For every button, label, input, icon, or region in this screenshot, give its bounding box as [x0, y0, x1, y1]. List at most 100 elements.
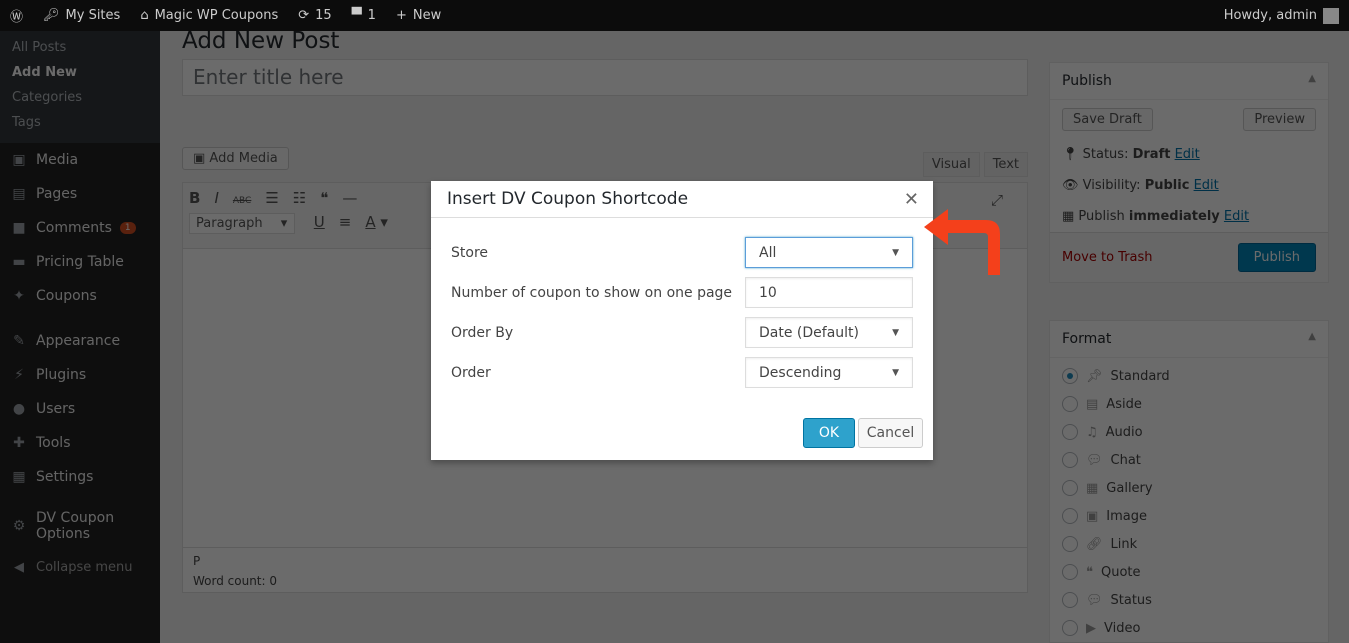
format-label: Quote — [1101, 564, 1141, 580]
close-icon[interactable]: ✕ — [904, 189, 919, 210]
submenu-tags[interactable]: Tags — [0, 110, 160, 135]
edit-schedule-link[interactable]: Edit — [1224, 209, 1249, 224]
collapse-arrow-icon[interactable]: ▲ — [1308, 331, 1316, 347]
radio-button[interactable] — [1062, 480, 1078, 496]
sidebar-item-label: Media — [36, 152, 79, 168]
sidebar-item-coupons[interactable]: ✦ Coupons — [0, 279, 160, 313]
format-box: Format ▲ 📌︎ Standard ▤ Aside ♫ Audio 💬︎ Chat ▦ Gal… — [1049, 320, 1329, 643]
updates-menu[interactable]: ⟳ 15 — [288, 0, 341, 31]
bullet-list-icon[interactable]: ☰ — [265, 189, 278, 207]
radio-button[interactable] — [1062, 368, 1078, 384]
paragraph-select[interactable]: Paragraph ▾ — [189, 213, 295, 234]
word-count: Word count: 0 — [193, 574, 278, 588]
format-option-aside[interactable]: ▤ Aside — [1050, 390, 1328, 418]
format-box-title: Format — [1062, 331, 1112, 347]
format-option-gallery[interactable]: ▦ Gallery — [1050, 474, 1328, 502]
schedule-row: ▦ Publish immediately Edit — [1062, 209, 1250, 224]
sidebar-item-settings[interactable]: ▦ Settings — [0, 460, 160, 494]
publish-box-title: Publish — [1062, 73, 1112, 89]
sidebar-item-pages[interactable]: ▤ Pages — [0, 177, 160, 211]
preview-button[interactable]: Preview — [1243, 108, 1316, 131]
sidebar-item-appearance[interactable]: ✎ Appearance — [0, 324, 160, 358]
sidebar-item-plugins[interactable]: ⚡ Plugins — [0, 358, 160, 392]
horizontal-rule-icon[interactable]: — — [342, 189, 357, 207]
collapse-arrow-icon[interactable]: ▲ — [1308, 73, 1316, 89]
format-chat-icon: 💬︎ — [1086, 452, 1103, 468]
new-label: New — [412, 8, 442, 23]
cancel-button[interactable]: Cancel — [858, 418, 923, 448]
submenu-categories[interactable]: Categories — [0, 85, 160, 110]
publish-button[interactable]: Publish — [1237, 243, 1316, 272]
sidebar-item-users[interactable]: ● Users — [0, 392, 160, 426]
my-sites-menu[interactable]: 🔑︎ My Sites — [33, 0, 130, 31]
edit-visibility-link[interactable]: Edit — [1194, 178, 1219, 193]
add-media-button[interactable]: ▣ Add Media — [182, 147, 289, 170]
my-sites-label: My Sites — [65, 8, 121, 23]
order-select[interactable]: Descending ▼ — [745, 357, 913, 388]
format-image-icon: ▣ — [1086, 508, 1099, 524]
strikethrough-icon[interactable]: ABC — [233, 196, 251, 206]
sidebar-item-comments[interactable]: ■ Comments 1 — [0, 211, 160, 245]
justify-icon[interactable]: ≡ — [339, 213, 352, 231]
radio-button[interactable] — [1062, 536, 1078, 552]
format-option-status[interactable]: 💬︎ Status — [1050, 586, 1328, 614]
collapse-menu[interactable]: ◀ Collapse menu — [0, 550, 160, 584]
format-audio-icon: ♫ — [1086, 424, 1098, 440]
sidebar-item-tools[interactable]: ✚ Tools — [0, 426, 160, 460]
move-to-trash-link[interactable]: Move to Trash — [1062, 250, 1153, 265]
store-select[interactable]: All ▼ — [745, 237, 913, 268]
text-color-icon[interactable]: A ▾ — [365, 213, 388, 231]
format-option-standard[interactable]: 📌︎ Standard — [1050, 362, 1328, 390]
site-name-menu[interactable]: ⌂ Magic WP Coupons — [130, 0, 288, 31]
editor-area: Add New Post Enter title here ▣ Add Medi… — [182, 28, 1028, 593]
comments-menu[interactable]: ▀ 1 — [342, 0, 386, 31]
status-row: 📍︎ Status: Draft Edit — [1062, 147, 1200, 162]
ok-button[interactable]: OK — [803, 418, 855, 448]
blockquote-icon[interactable]: ❝ — [320, 189, 328, 207]
sidebar-item-media[interactable]: ▣ Media — [0, 143, 160, 177]
tab-visual[interactable]: Visual — [922, 152, 980, 177]
radio-button[interactable] — [1062, 564, 1078, 580]
post-title-input[interactable]: Enter title here — [182, 59, 1028, 96]
edit-status-link[interactable]: Edit — [1175, 147, 1200, 162]
format-option-video[interactable]: ▶ Video — [1050, 614, 1328, 642]
radio-button[interactable] — [1062, 424, 1078, 440]
number-of-coupons-input[interactable]: 10 — [745, 277, 913, 308]
pages-icon: ▤ — [12, 186, 26, 202]
chevron-down-icon: ▼ — [892, 327, 899, 338]
howdy-label: Howdy, admin — [1223, 8, 1317, 23]
format-label: Image — [1106, 508, 1148, 524]
save-draft-button[interactable]: Save Draft — [1062, 108, 1153, 131]
posts-submenu: All Posts Add New Categories Tags — [0, 31, 160, 143]
radio-button[interactable] — [1062, 508, 1078, 524]
account-menu[interactable]: Howdy, admin — [1214, 0, 1349, 31]
format-option-quote[interactable]: ❝ Quote — [1050, 558, 1328, 586]
format-option-audio[interactable]: ♫ Audio — [1050, 418, 1328, 446]
format-option-image[interactable]: ▣ Image — [1050, 502, 1328, 530]
format-option-link[interactable]: 🔗︎ Link — [1050, 530, 1328, 558]
sidebar-item-pricing-table[interactable]: ▬ Pricing Table — [0, 245, 160, 279]
collapse-label: Collapse menu — [36, 559, 133, 575]
sidebar-item-dv-coupon-options[interactable]: ⚙ DV Coupon Options — [0, 502, 160, 550]
radio-button[interactable] — [1062, 452, 1078, 468]
tab-text[interactable]: Text — [983, 152, 1028, 177]
submenu-add-new[interactable]: Add New — [0, 60, 160, 85]
numbered-list-icon[interactable]: ☷ — [293, 189, 306, 207]
radio-button[interactable] — [1062, 396, 1078, 412]
dialog-title: Insert DV Coupon Shortcode — [447, 189, 689, 209]
order-by-select[interactable]: Date (Default) ▼ — [745, 317, 913, 348]
wordpress-logo-icon[interactable]: Ⓦ — [0, 0, 33, 31]
sidebar-item-label: Tools — [36, 435, 71, 451]
settings-icon: ▦ — [12, 469, 26, 485]
italic-icon[interactable]: I — [214, 189, 218, 207]
chevron-down-icon: ▼ — [892, 247, 899, 258]
underline-icon[interactable]: U — [314, 213, 325, 231]
radio-button[interactable] — [1062, 620, 1078, 636]
comments-badge: 1 — [119, 222, 136, 234]
sidebar-item-label: Users — [36, 401, 76, 417]
bold-icon[interactable]: B — [189, 189, 200, 207]
radio-button[interactable] — [1062, 592, 1078, 608]
format-option-chat[interactable]: 💬︎ Chat — [1050, 446, 1328, 474]
submenu-all-posts[interactable]: All Posts — [0, 35, 160, 60]
new-content-menu[interactable]: + New — [386, 0, 451, 31]
